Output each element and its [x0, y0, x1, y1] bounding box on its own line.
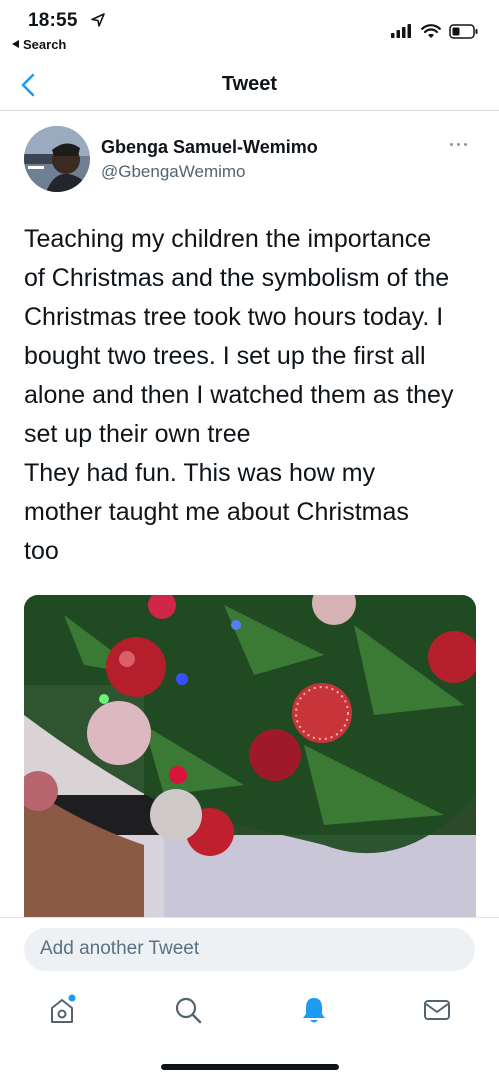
- navigation-bar: Tweet: [0, 58, 499, 111]
- author-avatar[interactable]: [24, 126, 90, 192]
- tweet-media-image[interactable]: [24, 595, 476, 917]
- tab-search[interactable]: [168, 990, 208, 1030]
- tab-home[interactable]: [42, 990, 82, 1030]
- location-arrow-icon: [91, 13, 105, 27]
- status-time: 18:55: [28, 10, 78, 31]
- back-triangle-icon: [12, 40, 19, 48]
- wifi-icon: [421, 23, 441, 38]
- christmas-tree-photo: [24, 595, 476, 917]
- battery-icon: [449, 23, 478, 39]
- home-icon: [51, 994, 76, 1023]
- add-another-tweet-input[interactable]: Add another Tweet: [24, 928, 475, 971]
- tab-notifications[interactable]: [294, 990, 334, 1030]
- tweet-text: Teaching my children the importance of C…: [24, 225, 454, 565]
- messages-envelope-icon: [424, 1000, 450, 1020]
- reply-composer-bar: Add another Tweet: [0, 917, 499, 982]
- search-icon: [175, 997, 202, 1024]
- author-handle[interactable]: @GbengaWemimo: [101, 162, 246, 182]
- back-to-app-label: Search: [23, 37, 67, 52]
- tab-messages[interactable]: [417, 990, 457, 1030]
- more-options-icon[interactable]: [450, 136, 474, 152]
- cellular-signal-icon: [391, 24, 411, 38]
- notifications-bell-icon: [303, 998, 325, 1023]
- author-display-name[interactable]: Gbenga Samuel-Wemimo: [101, 137, 318, 158]
- back-to-app-link[interactable]: Search: [12, 37, 66, 52]
- new-content-badge: [68, 994, 76, 1002]
- system-icons: [391, 20, 479, 42]
- tab-bar: [0, 982, 499, 1042]
- page-title: Tweet: [221, 73, 278, 95]
- avatar-photo: [24, 126, 90, 192]
- status-bar: 18:55 Search: [0, 0, 499, 58]
- home-indicator[interactable]: [161, 1064, 339, 1070]
